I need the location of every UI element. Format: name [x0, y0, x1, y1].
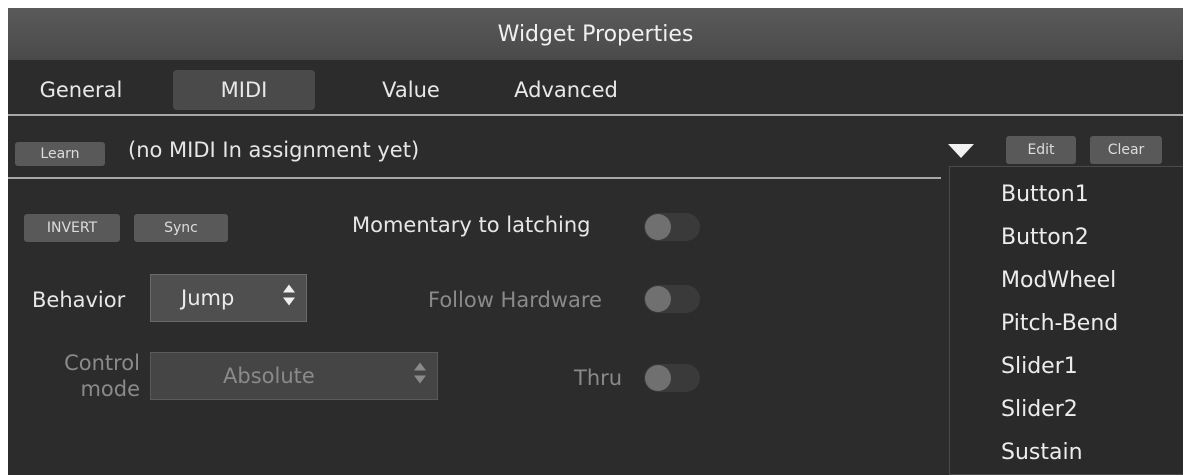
behavior-select[interactable]: Jump	[150, 274, 307, 322]
behavior-label: Behavior	[32, 288, 126, 312]
invert-button[interactable]: INVERT	[24, 214, 120, 242]
control-mode-label-line2: mode	[80, 377, 140, 401]
tab-midi[interactable]: MIDI	[173, 70, 315, 110]
menu-item-slider1[interactable]: Slider1	[950, 344, 1184, 388]
panel-title: Widget Properties	[497, 21, 694, 47]
assignment-dropdown-arrow-icon[interactable]	[948, 144, 974, 160]
sync-button[interactable]: Sync	[134, 214, 228, 242]
control-mode-label: Control mode	[54, 350, 140, 402]
momentary-to-latching-label: Momentary to latching	[352, 213, 591, 237]
momentary-to-latching-toggle[interactable]	[644, 213, 700, 241]
up-down-chevron-icon	[413, 362, 427, 391]
menu-item-modwheel[interactable]: ModWheel	[950, 258, 1184, 302]
assignment-divider	[8, 177, 941, 179]
midi-assignment-dropdown-menu: Button1 Button2 ModWheel Pitch-Bend Slid…	[949, 166, 1183, 475]
tab-advanced[interactable]: Advanced	[496, 70, 636, 110]
control-mode-label-line1: Control	[64, 351, 140, 375]
control-mode-select-value: Absolute	[223, 364, 315, 388]
midi-assignment-status: (no MIDI In assignment yet)	[128, 138, 420, 162]
clear-button[interactable]: Clear	[1090, 136, 1162, 164]
menu-item-sustain[interactable]: Sustain	[950, 430, 1184, 474]
thru-toggle[interactable]	[644, 364, 700, 392]
edit-button[interactable]: Edit	[1006, 136, 1076, 164]
up-down-chevron-icon	[282, 284, 296, 313]
behavior-select-value: Jump	[181, 286, 235, 310]
learn-button[interactable]: Learn	[15, 142, 105, 166]
follow-hardware-toggle[interactable]	[644, 285, 700, 313]
toggle-knob	[645, 214, 671, 240]
toggle-knob	[645, 286, 671, 312]
tab-general[interactable]: General	[26, 70, 136, 110]
panel-title-bar: Widget Properties	[8, 8, 1183, 60]
toggle-knob	[645, 365, 671, 391]
tab-value[interactable]: Value	[366, 70, 456, 110]
menu-item-slider2[interactable]: Slider2	[950, 387, 1184, 431]
thru-label: Thru	[574, 366, 623, 390]
widget-properties-panel: Widget Properties General MIDI Value Adv…	[8, 8, 1183, 475]
menu-item-button1[interactable]: Button1	[950, 172, 1184, 216]
menu-item-pitch-bend[interactable]: Pitch-Bend	[950, 301, 1184, 345]
tab-divider	[8, 114, 1183, 116]
follow-hardware-label: Follow Hardware	[428, 288, 602, 312]
control-mode-select[interactable]: Absolute	[150, 352, 438, 400]
menu-item-button2[interactable]: Button2	[950, 215, 1184, 259]
tab-bar: General MIDI Value Advanced	[8, 60, 1183, 116]
